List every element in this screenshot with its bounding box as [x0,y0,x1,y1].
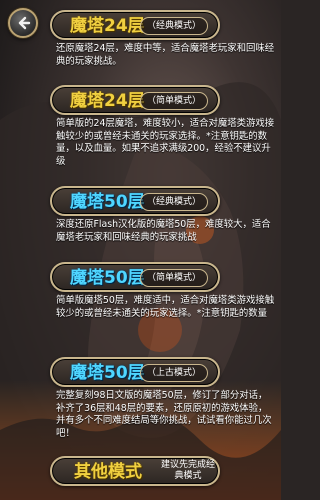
mode-tag: （上古模式） [139,364,208,382]
other-modes-button[interactable]: 其他模式 建议先完成经典模式 [50,456,220,486]
mode-title: 魔塔50层 [70,268,145,288]
mode-title: 魔塔50层 [70,192,145,212]
mode-button[interactable]: 魔塔50层 （简单模式） [50,262,220,292]
other-modes-note: 建议先完成经典模式 [160,460,215,481]
mode-button[interactable]: 魔塔50层 （经典模式） [50,186,220,216]
mode-button[interactable]: 魔塔24层 （简单模式） [50,85,220,115]
mode-tag: （经典模式） [139,17,208,35]
mode-description: 深度还原Flash汉化版的魔塔50层，难度较大，适合魔塔老玩家和回味经典的玩家挑… [56,219,271,243]
mode-button[interactable]: 魔塔50层 （上古模式） [50,357,220,387]
other-modes-title: 其他模式 [74,462,142,482]
back-arrow-icon [18,16,31,30]
mode-tag: （经典模式） [139,193,208,211]
mode-title: 魔塔24层 [70,16,145,36]
mode-title: 魔塔50层 [70,363,145,383]
mode-description: 还原魔塔24层，难度中等，适合魔塔老玩家和回味经典的玩家挑战。 [56,43,275,67]
mode-description: 简单版的24层魔塔，难度较小，适合对魔塔类游戏接触较少的或曾经未通关的玩家选择。… [56,118,275,167]
mode-description: 完整复刻98日文版的魔塔50层，修订了部分对话，补齐了36层和48层的要素，还原… [56,390,272,439]
mode-tag: （简单模式） [139,92,208,110]
back-button[interactable] [8,8,38,38]
mode-title: 魔塔24层 [70,91,145,111]
mode-tag: （简单模式） [139,269,208,287]
mode-button[interactable]: 魔塔24层 （经典模式） [50,10,220,40]
mode-description: 简单版魔塔50层，难度适中，适合对魔塔类游戏接触较少的或曾经未通关的玩家选择。*… [56,295,275,319]
